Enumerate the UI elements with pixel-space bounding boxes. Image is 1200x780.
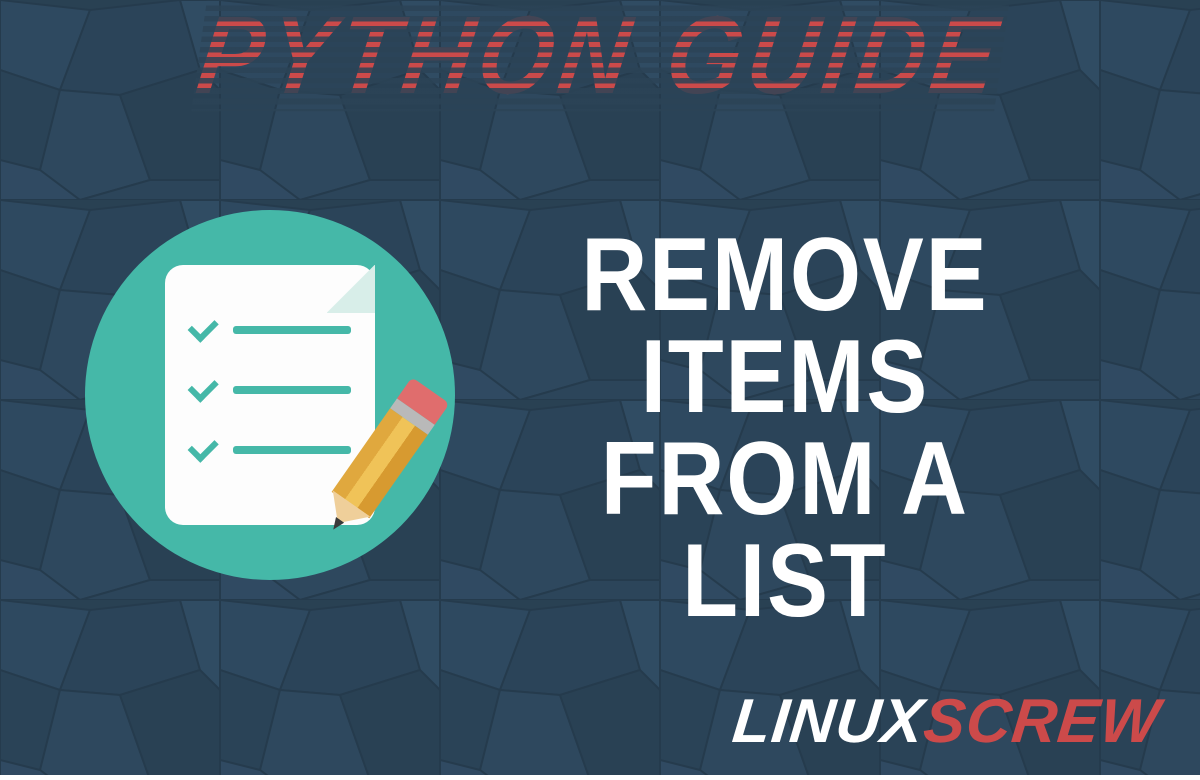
article-title-line1: REMOVE ITEMS <box>490 225 1080 429</box>
site-logo: LINUXSCREW <box>730 691 1163 753</box>
article-title-line2: FROM A LIST <box>490 429 1080 633</box>
checklist-with-pencil-icon <box>85 210 455 580</box>
article-title: REMOVE ITEMS FROM A LIST <box>490 225 1080 633</box>
pencil-icon <box>314 377 449 543</box>
note-page-icon <box>165 265 375 525</box>
logo-part-2: SCREW <box>921 687 1164 756</box>
logo-part-1: LINUX <box>730 687 928 756</box>
category-title: PYTHON GUIDE <box>0 8 1200 104</box>
